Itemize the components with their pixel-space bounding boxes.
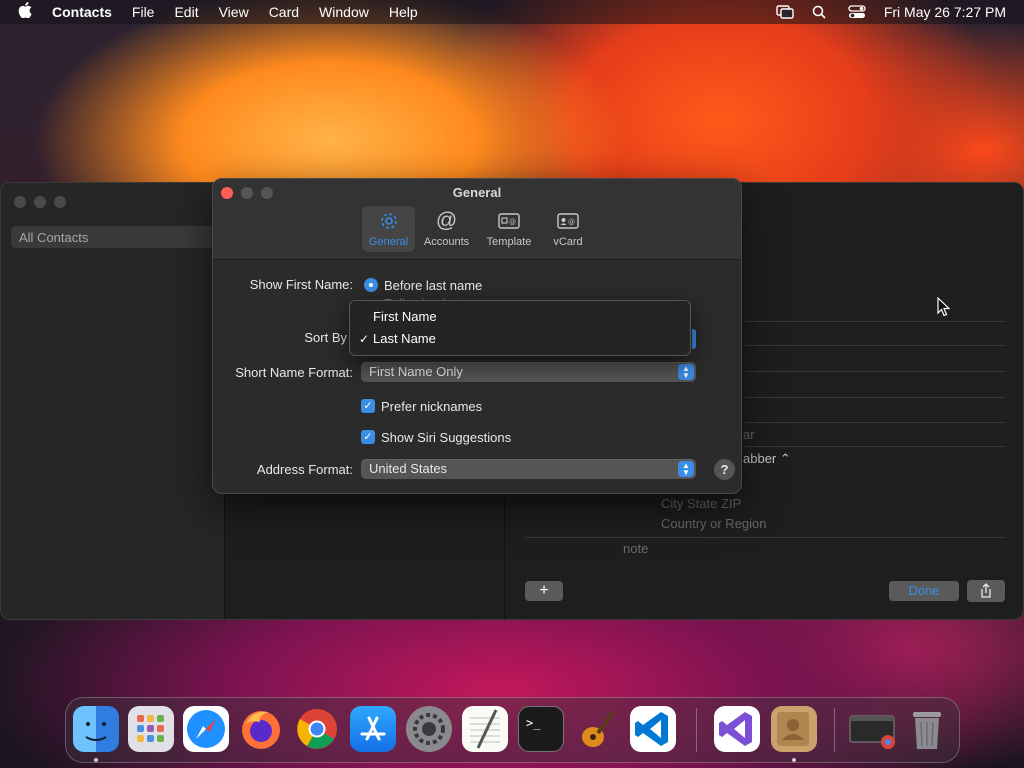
menu-bar-clock[interactable]: Fri May 26 7:27 PM <box>884 4 1006 20</box>
address-format-value: United States <box>369 461 448 476</box>
short-name-format-value: First Name Only <box>369 364 463 379</box>
field-divider <box>745 446 1005 447</box>
menu-bar: Contacts File Edit View Card Window Help… <box>0 0 1024 24</box>
search-icon[interactable] <box>812 5 830 19</box>
close-button-inactive[interactable] <box>14 196 26 208</box>
screen-mirroring-icon[interactable] <box>776 5 794 19</box>
menu-view[interactable]: View <box>219 4 249 20</box>
tab-accounts[interactable]: @ Accounts <box>419 206 474 252</box>
terminal-icon[interactable]: >_ <box>518 706 564 752</box>
mouse-cursor-icon <box>937 296 951 320</box>
chevron-updown-icon: ▲ ▼ <box>678 461 694 477</box>
before-last-name-label: Before last name <box>384 278 483 293</box>
prefer-nicknames-label: Prefer nicknames <box>381 399 483 414</box>
zoom-button-inactive[interactable] <box>54 196 66 208</box>
field-divider <box>745 422 1005 423</box>
template-icon: @ <box>481 210 537 236</box>
finder-icon[interactable] <box>73 706 119 752</box>
checkmark-icon: ✓ <box>359 332 370 346</box>
done-button[interactable]: Done <box>889 581 959 601</box>
share-button[interactable] <box>967 580 1005 602</box>
ghost-field-jabber[interactable]: abber ⌃ <box>743 451 791 467</box>
launchpad-icon[interactable] <box>128 706 174 752</box>
textedit-icon[interactable] <box>462 706 508 752</box>
show-siri-suggestions-checkbox[interactable]: ✓ <box>361 430 375 444</box>
running-indicator <box>792 758 796 762</box>
vcard-icon: @ <box>543 210 593 236</box>
sort-option-first-name-label: First Name <box>373 309 437 324</box>
address-format-popup[interactable]: United States ▲ ▼ <box>361 459 696 479</box>
tab-general[interactable]: General <box>362 206 415 252</box>
menu-file[interactable]: File <box>132 4 155 20</box>
at-icon: @ <box>435 209 458 232</box>
field-divider <box>745 345 1005 346</box>
apple-icon[interactable] <box>18 2 40 22</box>
ghost-field-jabber-label: abber <box>743 451 777 466</box>
sort-option-first-name[interactable]: First Name <box>350 306 690 328</box>
control-center-icon[interactable] <box>848 5 866 19</box>
running-indicator <box>94 758 98 762</box>
sort-by-dropdown-menu: First Name ✓ Last Name <box>349 300 691 356</box>
dock: >_ <box>65 697 960 763</box>
tab-general-label: General <box>368 236 409 248</box>
add-field-button[interactable]: + <box>525 581 563 601</box>
menu-card[interactable]: Card <box>269 4 299 20</box>
visual-studio-icon[interactable] <box>714 706 760 752</box>
dock-separator <box>834 708 835 752</box>
dock-separator <box>696 708 697 752</box>
radio-before-last-name[interactable] <box>364 278 378 292</box>
tab-vcard[interactable]: @ vCard <box>543 206 593 252</box>
sort-option-last-name-label: Last Name <box>373 331 436 346</box>
firefox-icon[interactable] <box>238 706 284 752</box>
trash-icon[interactable] <box>904 706 950 752</box>
system-settings-icon[interactable] <box>406 706 452 752</box>
menu-help[interactable]: Help <box>389 4 418 20</box>
short-name-format-label: Short Name Format: <box>235 365 353 380</box>
field-divider <box>745 321 1005 322</box>
ghost-field-note: note <box>623 541 649 556</box>
ghost-field-country: Country or Region <box>661 516 767 531</box>
sort-by-popup-edge[interactable] <box>692 329 696 349</box>
svg-text:>_: >_ <box>526 716 541 730</box>
show-siri-suggestions-label: Show Siri Suggestions <box>381 430 512 445</box>
prefer-nicknames-checkbox[interactable]: ✓ <box>361 399 375 413</box>
minimize-button-inactive[interactable] <box>34 196 46 208</box>
menu-window[interactable]: Window <box>319 4 369 20</box>
tab-template[interactable]: @ Template <box>481 206 537 252</box>
preferences-toolbar: General General @ Accounts @ Template @ … <box>213 179 741 260</box>
sort-by-label: Sort By <box>304 330 347 345</box>
field-divider <box>745 371 1005 372</box>
contacts-sidebar: All Contacts <box>1 183 225 619</box>
short-name-format-popup[interactable]: First Name Only ▲ ▼ <box>361 362 696 382</box>
app-store-icon[interactable] <box>350 706 396 752</box>
tab-vcard-label: vCard <box>553 236 583 248</box>
chrome-icon[interactable] <box>294 706 340 752</box>
safari-icon[interactable] <box>183 706 229 752</box>
sort-option-last-name[interactable]: ✓ Last Name <box>350 328 690 350</box>
tab-accounts-label: Accounts <box>423 236 470 248</box>
menu-app-name[interactable]: Contacts <box>52 4 112 20</box>
ghost-field-ar: ar <box>743 427 755 442</box>
chevron-updown-icon: ▲ ▼ <box>678 364 694 380</box>
gear-icon <box>362 210 415 236</box>
share-icon <box>981 583 991 598</box>
garageband-icon[interactable] <box>574 706 620 752</box>
contacts-app-icon[interactable] <box>771 706 817 752</box>
menu-edit[interactable]: Edit <box>174 4 198 20</box>
field-divider <box>745 397 1005 398</box>
address-format-label: Address Format: <box>256 462 353 477</box>
ghost-field-city-state-zip: City State ZIP <box>661 496 742 511</box>
vscode-icon[interactable] <box>630 706 676 752</box>
svg-text:@: @ <box>568 218 575 226</box>
inactive-window-controls[interactable] <box>14 196 66 208</box>
show-first-name-label: Show First Name: <box>249 277 353 292</box>
field-divider <box>525 537 1005 538</box>
window-title: General <box>452 185 502 200</box>
sidebar-item-all-contacts[interactable]: All Contacts <box>11 226 215 248</box>
svg-text:@: @ <box>509 218 516 226</box>
tab-template-label: Template <box>486 236 532 248</box>
chrome-apps-folder-icon[interactable] <box>848 706 895 752</box>
help-button[interactable]: ? <box>714 459 735 480</box>
